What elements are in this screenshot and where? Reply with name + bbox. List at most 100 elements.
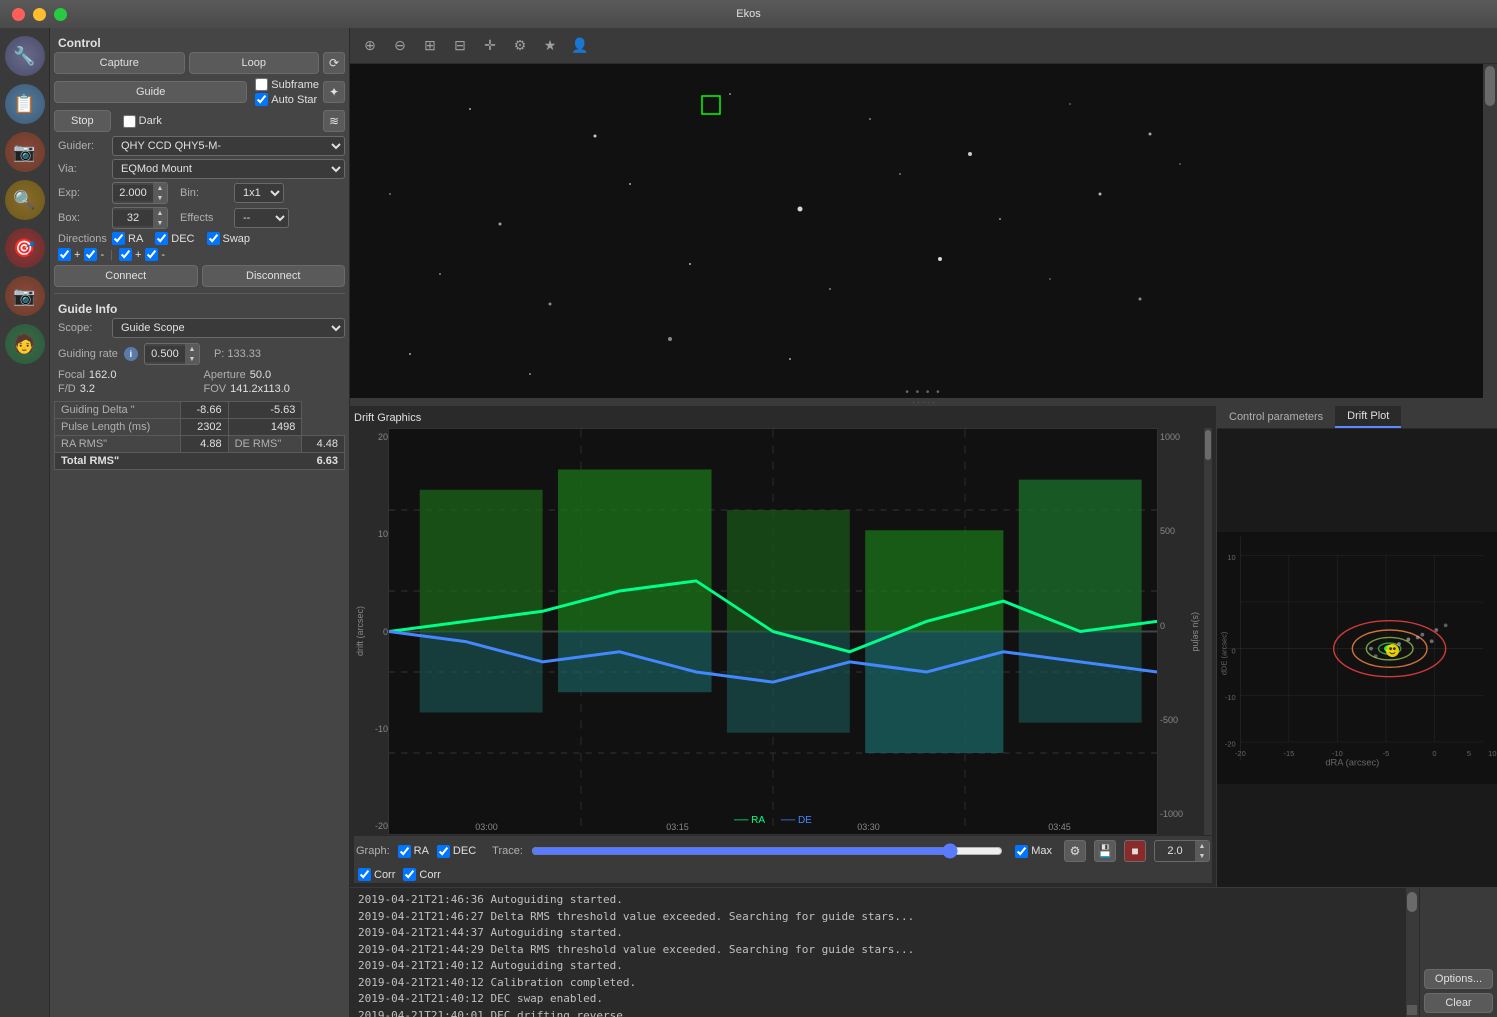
sidebar-icons: 🔧 📋 📷 🔍 🎯 📷 🧑 [0, 28, 50, 1017]
box-up[interactable]: ▲ [153, 208, 167, 218]
corr-ra-checkbox[interactable]: Corr [358, 868, 395, 881]
graph-ra-checkbox[interactable]: RA [398, 845, 429, 858]
toolbar-settings[interactable]: ⚙ [508, 34, 532, 58]
rate-up[interactable]: ▲ [185, 344, 199, 354]
minimize-button[interactable] [33, 8, 46, 21]
guiding-rate-spinner[interactable]: ▲ ▼ [144, 343, 200, 365]
drift-plot-panel: Control parameters Drift Plot [1217, 406, 1497, 887]
maximize-button[interactable] [54, 8, 67, 21]
sidebar-item-wrench[interactable]: 🔧 [5, 36, 45, 76]
options-button[interactable]: Options... [1424, 969, 1493, 989]
box-label: Box: [58, 212, 108, 224]
y-label-0: 0 [366, 627, 388, 637]
log-scrollbar-down[interactable] [1407, 1005, 1417, 1015]
tab-control-params[interactable]: Control parameters [1217, 406, 1335, 428]
corr-dec-checkbox[interactable]: Corr [403, 868, 440, 881]
toolbar-zoom-in[interactable]: ⊕ [358, 34, 382, 58]
dec-plus-checkbox[interactable]: + [119, 248, 141, 261]
toolbar-person[interactable]: 👤 [568, 34, 592, 58]
box-spinner[interactable]: ▲ ▼ [112, 207, 168, 229]
log-area: 2019-04-21T21:46:36 Autoguiding started.… [350, 887, 1497, 1017]
connect-button[interactable]: Connect [54, 265, 198, 287]
dec-direction-checkbox[interactable]: DEC [155, 232, 194, 245]
exp-down[interactable]: ▼ [153, 193, 167, 203]
time-axis: 03:00 03:15 03:30 03:45 [389, 820, 1157, 834]
toolbar-crosshair[interactable]: ✛ [478, 34, 502, 58]
chart-value-spinner[interactable]: ▲ ▼ [1154, 840, 1210, 862]
toolbar-grid[interactable]: ⊟ [448, 34, 472, 58]
disconnect-button[interactable]: Disconnect [202, 265, 346, 287]
titlebar-buttons[interactable] [12, 8, 67, 21]
clear-button[interactable]: Clear [1424, 993, 1493, 1013]
autostar-checkbox-label[interactable]: Auto Star [255, 93, 319, 106]
graph-dec-checkbox[interactable]: DEC [437, 845, 476, 858]
subframe-checkbox-label[interactable]: Subframe [255, 78, 319, 91]
stop-button[interactable]: Stop [54, 110, 111, 132]
rate-down[interactable]: ▼ [185, 354, 199, 364]
max-checkbox[interactable]: Max [1015, 845, 1052, 858]
loop-button[interactable]: Loop [189, 52, 320, 74]
svg-text:0: 0 [1432, 749, 1436, 758]
log-scrollbar-thumb[interactable] [1407, 892, 1417, 912]
close-button[interactable] [12, 8, 25, 21]
log-scrollbar[interactable] [1405, 888, 1419, 1017]
via-dropdown[interactable]: EQMod Mount [112, 159, 345, 179]
sidebar-item-journal[interactable]: 📋 [5, 84, 45, 124]
guiding-rate-input[interactable] [145, 346, 185, 362]
autostar-checkbox[interactable] [255, 93, 268, 106]
chart-scrollbar[interactable] [1204, 428, 1212, 835]
chart-settings-icon[interactable]: ⚙ [1064, 840, 1086, 862]
exp-spinner[interactable]: ▲ ▼ [112, 182, 168, 204]
aperture-label: Aperture [204, 369, 246, 381]
scrollbar-thumb[interactable] [1485, 66, 1495, 106]
tab-drift-plot[interactable]: Drift Plot [1335, 406, 1401, 428]
toolbar-fit[interactable]: ⊞ [418, 34, 442, 58]
chart-val-down[interactable]: ▼ [1195, 851, 1209, 861]
toolbar-star[interactable]: ★ [538, 34, 562, 58]
ra-plus-checkbox[interactable]: + [58, 248, 80, 261]
dark-checkbox[interactable] [123, 115, 136, 128]
swap-checkbox[interactable]: Swap [207, 232, 251, 245]
chart-val-up[interactable]: ▲ [1195, 841, 1209, 851]
capture-button[interactable]: Capture [54, 52, 185, 74]
drift-chart: ── RA ── DE 03:00 03:15 03:30 03:45 [388, 428, 1158, 835]
star-icon[interactable]: ✦ [323, 81, 345, 103]
info-icon[interactable]: i [124, 347, 138, 361]
drag-handle[interactable]: • • • • [905, 387, 941, 398]
exp-input[interactable] [113, 185, 153, 201]
chart-value-input[interactable] [1155, 843, 1195, 859]
chart-red-icon[interactable]: ■ [1124, 840, 1146, 862]
ra-minus-checkbox[interactable]: - [84, 248, 104, 261]
scope-dropdown[interactable]: Guide Scope [112, 318, 345, 338]
svg-text:-20: -20 [1225, 740, 1236, 749]
exp-up[interactable]: ▲ [153, 183, 167, 193]
ra-direction-checkbox[interactable]: RA [112, 232, 143, 245]
sidebar-item-search[interactable]: 🔍 [5, 180, 45, 220]
loop-icon[interactable]: ⟳ [323, 52, 345, 74]
bin-dropdown[interactable]: 1x1 [234, 183, 284, 203]
drift-separator[interactable]: · · · · · [350, 398, 1497, 406]
guider-dropdown[interactable]: QHY CCD QHY5-M- [112, 136, 345, 156]
directions-label: Directions [58, 233, 108, 245]
sidebar-item-target[interactable]: 🎯 [5, 228, 45, 268]
image-scrollbar-right[interactable] [1483, 64, 1497, 398]
subframe-checkbox[interactable] [255, 78, 268, 91]
scope-label: Scope: [58, 322, 108, 334]
toolbar-zoom-out[interactable]: ⊖ [388, 34, 412, 58]
dec-minus-checkbox[interactable]: - [145, 248, 165, 261]
guide-info-header: Guide Info [54, 298, 345, 318]
control-panel: Control Capture Loop ⟳ Guide Subframe Au… [50, 28, 350, 1017]
sidebar-item-camera2[interactable]: 📷 [5, 276, 45, 316]
trace-slider[interactable] [531, 843, 1003, 859]
sidebar-item-person[interactable]: 🧑 [5, 324, 45, 364]
y-label-neg20: -20 [366, 821, 388, 831]
sidebar-item-camera[interactable]: 📷 [5, 132, 45, 172]
box-down[interactable]: ▼ [153, 218, 167, 228]
guide-button[interactable]: Guide [54, 81, 247, 103]
waveform-icon[interactable]: ≋ [323, 110, 345, 132]
effects-dropdown[interactable]: -- [234, 208, 289, 228]
drift-graphics-title: Drift Graphics [354, 410, 1212, 428]
box-input[interactable] [113, 210, 153, 226]
dark-checkbox-label[interactable]: Dark [123, 115, 162, 128]
chart-save-icon[interactable]: 💾 [1094, 840, 1116, 862]
